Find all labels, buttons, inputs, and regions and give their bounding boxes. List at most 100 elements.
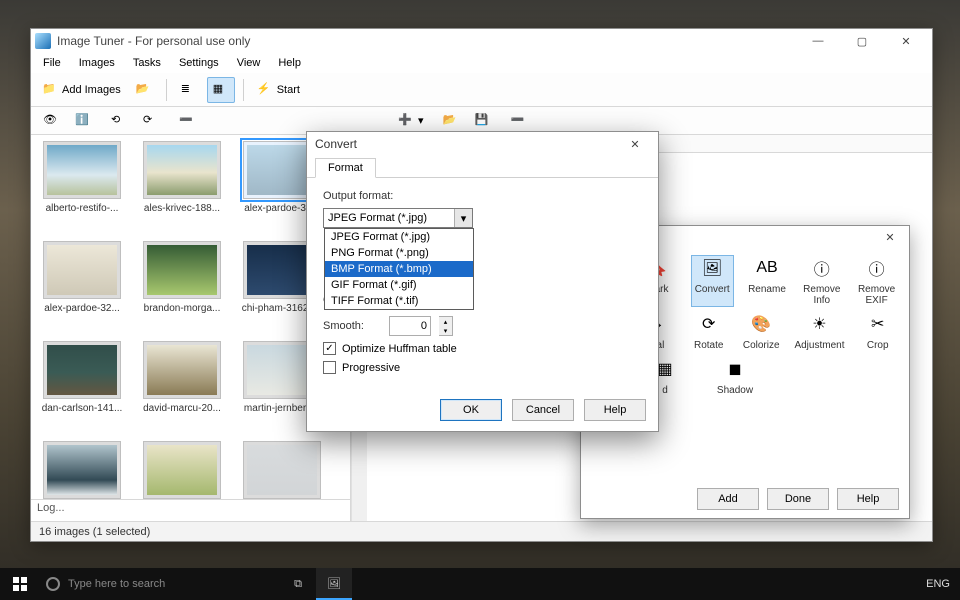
task-item-remove-info[interactable]: ⓘRemoveInfo [801, 256, 842, 306]
thumbnail-image [147, 145, 217, 195]
grid-icon [213, 82, 229, 98]
spin-up-icon[interactable]: ▴ [439, 317, 452, 326]
smooth-spinner[interactable]: ▴▾ [439, 316, 453, 336]
spin-down-icon[interactable]: ▾ [439, 326, 452, 335]
task-view-button[interactable]: ⧉ [280, 568, 316, 600]
add-folder-button[interactable] [130, 77, 158, 103]
task-item-convert[interactable]: 🖼Convert [692, 256, 733, 306]
thumbnail-caption: dan-carlson-141... [42, 403, 123, 414]
taskbar-search[interactable]: Type here to search [40, 568, 280, 600]
statusbar: 16 images (1 selected) [31, 521, 932, 541]
task-remove-button[interactable] [505, 108, 533, 134]
task-label: Colorize [743, 340, 780, 351]
menu-tasks[interactable]: Tasks [125, 55, 169, 71]
titlebar: Image Tuner - For personal use only — ▢ … [31, 29, 932, 53]
thumbnail[interactable]: dan-carlson-141... [37, 341, 127, 433]
task-icon: ⓘ [808, 256, 836, 280]
menu-help[interactable]: Help [270, 55, 309, 71]
task-item-adjustment[interactable]: ☀Adjustment [794, 312, 844, 351]
task-item-rotate[interactable]: ⟳ Rotate [689, 312, 727, 351]
convert-ok-button[interactable]: OK [440, 399, 502, 421]
convert-close-button[interactable]: ✕ [620, 134, 650, 154]
thumbnail[interactable]: brandon-morga... [137, 241, 227, 333]
add-images-button[interactable]: Add Images [37, 77, 126, 103]
maximize-button[interactable]: ▢ [840, 29, 884, 53]
grid-view-button[interactable] [207, 77, 235, 103]
task-icon: 🎨 [747, 312, 775, 336]
rotate-right-icon: ⟳ [143, 113, 159, 129]
thumbnail[interactable]: david-marcu-20... [137, 341, 227, 433]
task-save-button[interactable] [469, 108, 497, 134]
start-button[interactable]: Start [252, 77, 305, 103]
thumbnail-image [47, 245, 117, 295]
task-item-colorize[interactable]: 🎨 Colorize [742, 312, 780, 351]
thumbnail[interactable] [237, 441, 327, 499]
convert-cancel-button[interactable]: Cancel [512, 399, 574, 421]
remove-button[interactable] [173, 108, 201, 134]
task-open-button[interactable]: 📂 [437, 108, 465, 134]
format-option[interactable]: BMP Format (*.bmp) [325, 261, 473, 277]
tasks-done-button[interactable]: Done [767, 488, 829, 510]
rotate-right-button[interactable]: ⟳ [137, 108, 165, 134]
minimize-button[interactable]: — [796, 29, 840, 53]
info-button[interactable] [69, 108, 97, 134]
task-label: Rename [748, 284, 786, 295]
thumbnail-caption: ales-krivec-188... [144, 203, 220, 214]
thumbnail[interactable]: ales-krivec-188... [137, 141, 227, 233]
output-format-select[interactable]: JPEG Format (*.jpg) ▾ JPEG Format (*.jpg… [323, 208, 473, 228]
tasks-help-button[interactable]: Help [837, 488, 899, 510]
task-icon: AB [753, 256, 781, 280]
menu-view[interactable]: View [229, 55, 269, 71]
thumbnail-image [147, 245, 217, 295]
separator [166, 79, 167, 101]
tasks-add-button[interactable]: Add [697, 488, 759, 510]
optimize-checkbox[interactable]: ✓ Optimize Huffman table [323, 342, 642, 355]
tab-format[interactable]: Format [315, 158, 376, 178]
thumbnail-image [47, 345, 117, 395]
menu-file[interactable]: File [35, 55, 69, 71]
folder-plus-icon [42, 82, 58, 98]
task-icon: ⓘ [863, 256, 891, 280]
format-option[interactable]: JPEG Format (*.jpg) [325, 229, 473, 245]
rotate-left-button[interactable] [105, 108, 133, 134]
list-view-button[interactable] [175, 77, 203, 103]
thumbnail[interactable] [37, 441, 127, 499]
task-icon: ◼ [721, 357, 749, 381]
start-button[interactable] [0, 568, 40, 600]
smooth-input[interactable]: 0 [389, 316, 431, 336]
thumbnail[interactable] [137, 441, 227, 499]
image-list-pane: alberto-restifo-... ales-krivec-188... ale… [31, 135, 351, 521]
taskbar-app-icon[interactable]: 🖼 [316, 568, 352, 600]
format-option[interactable]: GIF Format (*.gif) [325, 277, 473, 293]
task-item-rename[interactable]: AB Rename [747, 256, 788, 306]
tasks-close-button[interactable]: ✕ [875, 227, 905, 247]
smooth-label: Smooth: [323, 320, 381, 332]
task-item-shadow[interactable]: ◼Shadow [707, 357, 763, 396]
thumbnail[interactable]: alex-pardoe-32... [37, 241, 127, 333]
task-add-button[interactable]: ▾ [393, 108, 429, 134]
language-indicator[interactable]: ENG [926, 578, 960, 590]
task-item-remove-exif[interactable]: ⓘ RemoveEXIF [856, 256, 897, 306]
bolt-icon [257, 82, 273, 98]
task-item-crop[interactable]: ✂Crop [858, 312, 896, 351]
cortana-icon [46, 577, 60, 591]
list-icon [181, 82, 197, 98]
output-format-dropdown[interactable]: JPEG Format (*.jpg)PNG Format (*.png)BMP… [324, 228, 474, 310]
convert-help-button[interactable]: Help [584, 399, 646, 421]
menu-settings[interactable]: Settings [171, 55, 227, 71]
task-label: Rotate [694, 340, 723, 351]
log-label[interactable]: Log... [31, 499, 350, 521]
checkbox-icon [323, 361, 336, 374]
task-icon: ⟳ [695, 312, 723, 336]
close-button[interactable]: ✕ [884, 29, 928, 53]
format-option[interactable]: TIFF Format (*.tif) [325, 293, 473, 309]
menu-images[interactable]: Images [71, 55, 123, 71]
folder-icon [136, 82, 152, 98]
preview-button[interactable] [37, 108, 65, 134]
status-text: 16 images (1 selected) [39, 526, 150, 538]
progressive-checkbox[interactable]: Progressive [323, 361, 642, 374]
thumbnail[interactable]: alberto-restifo-... [37, 141, 127, 233]
eye-icon [43, 113, 59, 129]
format-option[interactable]: PNG Format (*.png) [325, 245, 473, 261]
task-label: RemoveEXIF [858, 284, 895, 306]
